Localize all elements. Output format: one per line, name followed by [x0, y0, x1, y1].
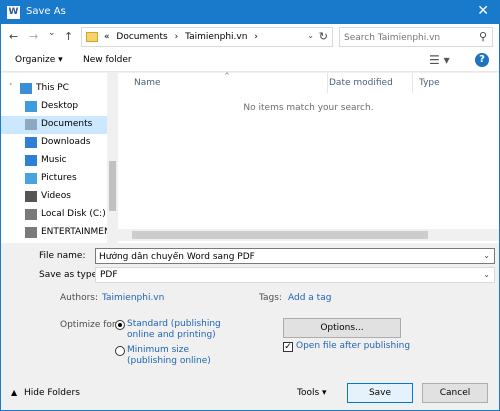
back-arrow-icon[interactable]: ← — [9, 30, 18, 43]
sidebar-item-label: Local Disk (C:) — [41, 209, 106, 219]
up-arrow-icon[interactable]: ↑ — [64, 30, 73, 43]
breadcrumb-overflow[interactable]: « — [104, 32, 110, 42]
sidebar-item-music[interactable]: Music — [1, 152, 107, 170]
breadcrumb-taimienphi[interactable]: Taimienphi.vn — [185, 32, 247, 42]
music-icon — [25, 155, 37, 166]
collapse-chevron-icon[interactable]: ˅ — [9, 83, 13, 91]
sidebar-scrollbar[interactable] — [107, 73, 118, 243]
horizontal-scrollbar[interactable] — [118, 229, 499, 241]
view-options-icon[interactable]: ☰ ▾ — [429, 53, 450, 67]
sidebar-item-label: Music — [41, 155, 67, 165]
breadcrumb-separator[interactable]: › — [175, 32, 179, 42]
title-bar: W Save As ✕ — [1, 1, 499, 24]
toolbar: Organize ▾ New folder ☰ ▾ ? — [1, 50, 499, 72]
sidebar-item-label: Pictures — [41, 173, 77, 183]
chevron-up-icon[interactable]: ▲ — [11, 388, 17, 397]
minimum-option-label[interactable]: Minimum size — [127, 345, 189, 355]
minimum-size-radio[interactable] — [115, 346, 125, 356]
sidebar-item-downloads[interactable]: Downloads — [1, 134, 107, 152]
hide-folders-button[interactable]: Hide Folders — [24, 388, 80, 398]
file-name-field[interactable]: ⌄ — [95, 248, 495, 264]
help-icon[interactable]: ? — [475, 53, 489, 67]
sidebar-item-label: Videos — [41, 191, 71, 201]
documents-icon — [25, 119, 37, 130]
navigation-pane: ˅ This PC Desktop Documents Downloads Mu… — [1, 73, 118, 243]
file-list-pane: ^ Name Date modified Type No items match… — [118, 72, 499, 243]
save-as-dialog: W Save As ✕ ← → ⌄ ↑ « Documents › Taimie… — [0, 0, 500, 411]
tools-button[interactable]: Tools ▾ — [297, 388, 327, 398]
tags-label: Tags: — [259, 293, 282, 303]
standard-radio[interactable] — [115, 320, 125, 330]
minimum-option-label-line2[interactable]: (publishing online) — [127, 356, 211, 366]
optimize-for-label: Optimize for: — [60, 320, 119, 330]
sidebar-item-desktop[interactable]: Desktop — [1, 98, 107, 116]
search-icon: ⚲ — [478, 30, 487, 43]
file-name-input[interactable] — [99, 251, 469, 262]
folder-icon — [86, 32, 98, 42]
save-as-type-label: Save as type: — [39, 270, 101, 280]
breadcrumb-separator[interactable]: › — [254, 32, 258, 42]
empty-message: No items match your search. — [243, 103, 374, 113]
sidebar-item-label: ENTERTAINMEN — [41, 227, 111, 237]
computer-icon — [20, 83, 32, 94]
pictures-icon — [25, 173, 37, 184]
authors-label: Authors: — [60, 293, 99, 303]
save-as-type-select[interactable]: PDF ⌄ — [95, 267, 495, 283]
sidebar-item-local-disk[interactable]: Local Disk (C:) — [1, 206, 107, 224]
scrollbar-thumb[interactable] — [109, 161, 116, 211]
standard-option-label-line2[interactable]: online and printing) — [127, 330, 216, 340]
breadcrumb: « Documents › Taimienphi.vn › — [104, 32, 262, 42]
address-dropdown-icon[interactable]: ⌄ — [307, 31, 314, 40]
save-button[interactable]: Save — [347, 383, 413, 403]
address-bar[interactable]: « Documents › Taimienphi.vn › ⌄ ↻ — [81, 27, 333, 47]
cancel-button[interactable]: Cancel — [422, 383, 488, 403]
chevron-down-icon[interactable]: ⌄ — [483, 251, 490, 260]
organize-button[interactable]: Organize ▾ — [15, 55, 63, 65]
search-input[interactable] — [344, 31, 472, 44]
sidebar-item-label: Desktop — [41, 101, 79, 111]
open-after-publishing-checkbox[interactable]: ✓ — [283, 342, 293, 352]
sidebar-item-label: Downloads — [41, 137, 91, 147]
sidebar-item-label: Documents — [41, 119, 93, 129]
search-box: ⚲ — [339, 27, 493, 47]
videos-icon — [25, 191, 37, 202]
recent-locations-icon[interactable]: ⌄ — [48, 28, 56, 38]
breadcrumb-documents[interactable]: Documents — [116, 32, 167, 42]
standard-option-label[interactable]: Standard (publishing — [127, 319, 221, 329]
desktop-icon — [25, 101, 37, 112]
drive-icon — [25, 209, 37, 220]
window-title: Save As — [26, 6, 66, 17]
save-as-type-value: PDF — [100, 270, 118, 280]
options-button[interactable]: Options... — [283, 318, 401, 338]
tags-input[interactable]: Add a tag — [288, 293, 331, 303]
dialog-footer: ▲ Hide Folders Tools ▾ Save Cancel — [1, 377, 499, 410]
scrollbar-thumb[interactable] — [132, 231, 428, 239]
downloads-icon — [25, 137, 37, 148]
sidebar-item-entertainment[interactable]: ENTERTAINMEN — [1, 224, 111, 242]
open-after-publishing-label[interactable]: Open file after publishing — [296, 341, 410, 351]
sidebar-item-documents[interactable]: Documents — [1, 116, 107, 134]
chevron-down-icon[interactable]: ⌄ — [483, 270, 490, 279]
sidebar-item-this-pc[interactable]: ˅ This PC — [1, 80, 107, 98]
column-header-type[interactable]: Type — [413, 73, 499, 93]
column-header-date-modified[interactable]: Date modified — [323, 73, 413, 93]
sidebar-item-pictures[interactable]: Pictures — [1, 170, 107, 188]
drive-icon — [25, 227, 37, 238]
refresh-icon[interactable]: ↻ — [319, 30, 328, 43]
new-folder-button[interactable]: New folder — [83, 55, 132, 65]
column-header-name[interactable]: Name — [128, 73, 328, 93]
authors-value[interactable]: Taimienphi.vn — [102, 293, 164, 303]
close-icon[interactable]: ✕ — [477, 3, 489, 19]
word-icon: W — [7, 6, 20, 19]
file-name-label: File name: — [39, 251, 86, 261]
sidebar-item-videos[interactable]: Videos — [1, 188, 107, 206]
sidebar-item-label: This PC — [36, 83, 69, 93]
forward-arrow-icon[interactable]: → — [29, 30, 38, 43]
navigation-bar: ← → ⌄ ↑ « Documents › Taimienphi.vn › ⌄ … — [1, 24, 499, 50]
